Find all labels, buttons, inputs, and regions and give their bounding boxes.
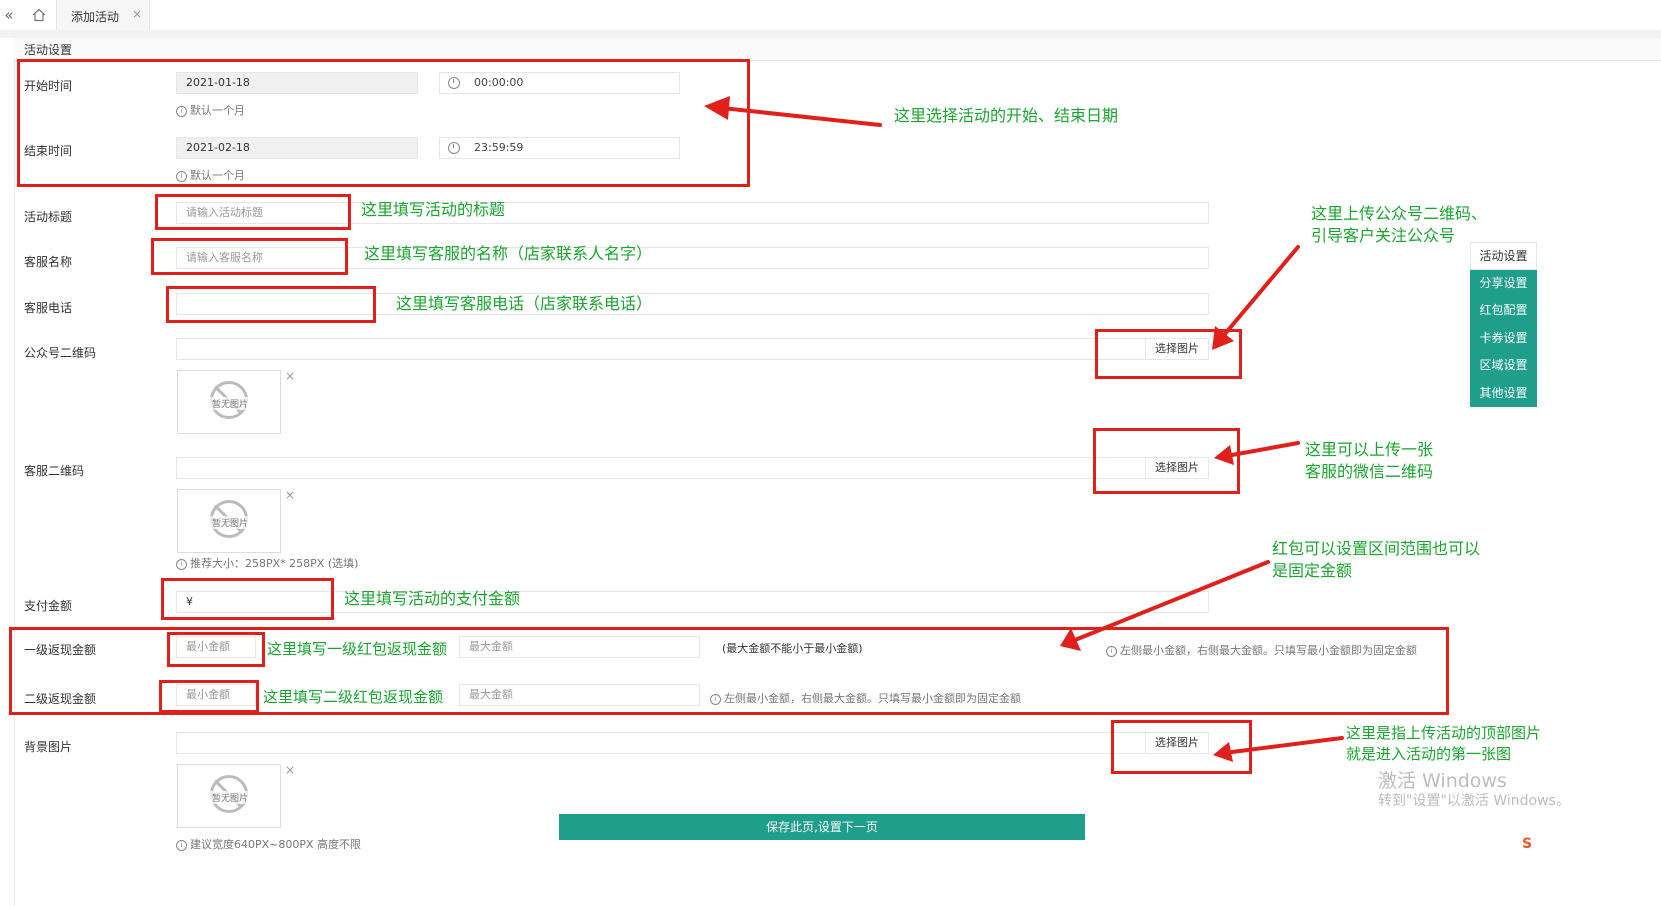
- note-bg-2: 就是进入活动的第一张图: [1346, 745, 1512, 763]
- no-image-text: 暂无图片: [208, 516, 252, 529]
- no-image-text: 暂无图片: [208, 791, 252, 804]
- note-cs-name: 这里填写客服的名称（店家联系人名字）: [364, 244, 653, 263]
- note-pay: 这里填写活动的支付金额: [344, 589, 521, 608]
- note-qr-official-2: 引导客户关注公众号: [1311, 226, 1456, 245]
- note-cs-phone: 这里填写客服电话（店家联系电话）: [396, 294, 653, 313]
- note-redpack-2: 是固定金额: [1272, 561, 1353, 580]
- note-dates: 这里选择活动的开始、结束日期: [894, 106, 1119, 125]
- note-level1: 这里填写一级红包返现金额: [267, 640, 448, 658]
- no-image-text: 暂无图片: [208, 397, 252, 410]
- note-qr-cs-1: 这里可以上传一张: [1305, 440, 1434, 459]
- note-qr-official-1: 这里上传公众号二维码、: [1311, 204, 1488, 223]
- note-level2: 这里填写二级红包返现金额: [263, 688, 444, 706]
- windows-watermark-title: 激活 Windows: [1378, 770, 1507, 792]
- ime-icon[interactable]: S: [1518, 836, 1536, 854]
- note-qr-cs-2: 客服的微信二维码: [1305, 462, 1434, 481]
- note-bg-1: 这里是指上传活动的顶部图片: [1346, 724, 1542, 742]
- windows-watermark-subtitle: 转到"设置"以激活 Windows。: [1378, 793, 1570, 809]
- note-redpack-1: 红包可以设置区间范围也可以: [1272, 539, 1481, 558]
- note-title: 这里填写活动的标题: [361, 200, 506, 219]
